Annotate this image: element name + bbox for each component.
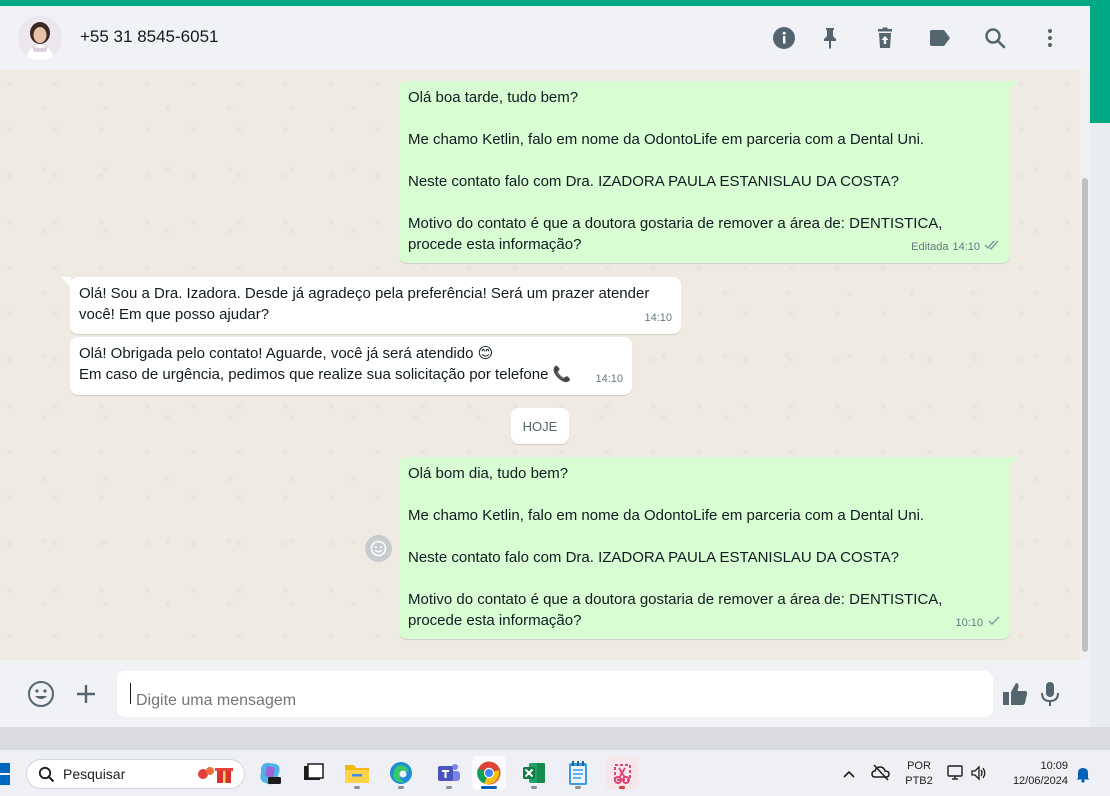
message-text bbox=[408, 150, 1001, 171]
message-time: 10:10 bbox=[955, 617, 983, 629]
message-text bbox=[408, 526, 1001, 547]
onedrive-offline-icon[interactable] bbox=[871, 763, 891, 786]
taskbar-copilot-icon[interactable] bbox=[253, 756, 287, 790]
search-icon bbox=[38, 766, 55, 786]
message-meta: Editada 14:10 bbox=[911, 237, 1001, 258]
search-label: Pesquisar bbox=[63, 766, 126, 782]
message-time: 14:10 bbox=[952, 241, 980, 253]
contact-avatar[interactable] bbox=[18, 16, 62, 60]
message-bubble-outgoing[interactable]: Olá boa tarde, tudo bem? Me chamo Ketlin… bbox=[399, 81, 1010, 263]
message-text: Olá! Sou a Dra. Izadora. Desde já agrade… bbox=[79, 285, 650, 302]
app-running-indicator bbox=[575, 786, 581, 789]
taskbar-taskview-icon[interactable] bbox=[296, 756, 330, 790]
taskbar-file-explorer-icon[interactable] bbox=[340, 756, 374, 790]
contact-name[interactable]: +55 31 8545-6051 bbox=[80, 27, 219, 47]
thumbs-up-icon[interactable] bbox=[999, 678, 1031, 710]
app-running-indicator bbox=[446, 786, 452, 789]
message-text: Me chamo Ketlin, falo em nome da OdontoL… bbox=[408, 131, 925, 148]
message-text bbox=[408, 484, 1001, 505]
single-check-icon bbox=[987, 613, 1001, 634]
app-running-indicator bbox=[398, 786, 404, 789]
app-running-indicator bbox=[354, 786, 360, 789]
taskbar-excel-icon[interactable] bbox=[517, 756, 551, 790]
message-bubble-incoming[interactable]: Olá! Obrigada pelo contato! Aguarde, voc… bbox=[70, 337, 632, 395]
message-meta: 10:10 bbox=[955, 613, 1001, 634]
taskbar-search[interactable]: Pesquisar bbox=[26, 759, 245, 789]
keyboard-layout: PTB2 bbox=[905, 775, 933, 787]
info-icon[interactable] bbox=[768, 22, 800, 54]
message-input[interactable] bbox=[117, 671, 993, 717]
whatsapp-chat-window: +55 31 8545-6051 Olá boa tarde, tudo bem… bbox=[0, 6, 1090, 727]
label-icon[interactable] bbox=[924, 22, 956, 54]
message-text: Em caso de urgência, pedimos que realize… bbox=[79, 366, 572, 383]
clock-date: 12/06/2024 bbox=[1012, 775, 1068, 787]
taskbar-teams-icon[interactable] bbox=[432, 756, 466, 790]
chat-scrollbar-thumb[interactable] bbox=[1082, 178, 1088, 652]
text-caret bbox=[130, 683, 131, 704]
message-time: 14:10 bbox=[595, 373, 623, 385]
chat-header: +55 31 8545-6051 bbox=[0, 6, 1090, 70]
message-bubble-outgoing[interactable]: Olá bom dia, tudo bem? Me chamo Ketlin, … bbox=[399, 457, 1010, 639]
message-text bbox=[408, 108, 1001, 129]
message-text: Neste contato falo com Dra. IZADORA PAUL… bbox=[408, 549, 900, 566]
clock-time: 10:09 bbox=[1040, 760, 1068, 772]
window-edge-accent bbox=[1090, 6, 1110, 123]
taskbar-chrome-icon[interactable] bbox=[472, 756, 506, 790]
pin-icon[interactable] bbox=[814, 22, 846, 54]
bubble-tail bbox=[1008, 457, 1018, 467]
emoji-icon[interactable] bbox=[25, 678, 57, 710]
taskbar-edge-icon[interactable] bbox=[384, 756, 418, 790]
attach-icon[interactable] bbox=[70, 678, 102, 710]
message-text: Olá boa tarde, tudo bem? bbox=[408, 89, 579, 106]
message-text: você! Em que posso ajudar? bbox=[79, 306, 270, 323]
message-text: Olá! Obrigada pelo contato! Aguarde, voc… bbox=[79, 345, 494, 362]
gift-decoration-icon bbox=[195, 763, 237, 788]
message-bubble-incoming[interactable]: Olá! Sou a Dra. Izadora. Desde já agrade… bbox=[70, 277, 681, 334]
app-active-indicator bbox=[481, 786, 497, 789]
input-language-indicator[interactable]: POR PTB2 bbox=[903, 759, 935, 789]
message-text: Motivo do contato é que a doutora gostar… bbox=[408, 591, 943, 608]
search-icon[interactable] bbox=[979, 22, 1011, 54]
day-divider: HOJE bbox=[511, 408, 569, 444]
app-running-indicator bbox=[531, 786, 537, 789]
message-time: 14:10 bbox=[644, 312, 672, 324]
double-check-icon bbox=[984, 237, 1001, 258]
message-text bbox=[408, 192, 1001, 213]
taskbar-snipping-tool-icon[interactable] bbox=[605, 756, 639, 790]
message-text: Neste contato falo com Dra. IZADORA PAUL… bbox=[408, 173, 900, 190]
message-meta: 14:10 bbox=[595, 369, 623, 390]
message-text: Olá bom dia, tudo bem? bbox=[408, 465, 569, 482]
react-emoji-icon[interactable] bbox=[365, 535, 392, 562]
windows-start-icon[interactable] bbox=[0, 763, 14, 790]
app-running-indicator bbox=[619, 786, 625, 789]
windows-taskbar: Pesquisar POR PTB2 10:09 12/06/2024 bbox=[0, 749, 1110, 796]
message-composer bbox=[0, 660, 1090, 727]
language-code: POR bbox=[907, 760, 931, 772]
tray-overflow-chevron-icon[interactable] bbox=[842, 766, 856, 784]
microphone-icon[interactable] bbox=[1034, 678, 1066, 710]
menu-icon[interactable] bbox=[1034, 22, 1066, 54]
volume-icon[interactable] bbox=[970, 764, 988, 787]
window-edge bbox=[1090, 123, 1110, 727]
message-text bbox=[408, 568, 1001, 589]
taskbar-clock[interactable]: 10:09 12/06/2024 bbox=[1000, 759, 1068, 789]
delete-icon[interactable] bbox=[869, 22, 901, 54]
network-icon[interactable] bbox=[947, 764, 965, 787]
edited-label: Editada bbox=[911, 241, 949, 253]
message-text: Motivo do contato é que a doutora gostar… bbox=[408, 215, 943, 232]
bubble-tail bbox=[61, 277, 71, 287]
notification-bell-icon[interactable] bbox=[1075, 765, 1091, 788]
message-meta: 14:10 bbox=[644, 308, 672, 329]
message-text: Me chamo Ketlin, falo em nome da OdontoL… bbox=[408, 507, 925, 524]
message-text: procede esta informação? bbox=[408, 612, 582, 629]
taskbar-notepad-icon[interactable] bbox=[561, 756, 595, 790]
bubble-tail bbox=[1008, 81, 1018, 91]
